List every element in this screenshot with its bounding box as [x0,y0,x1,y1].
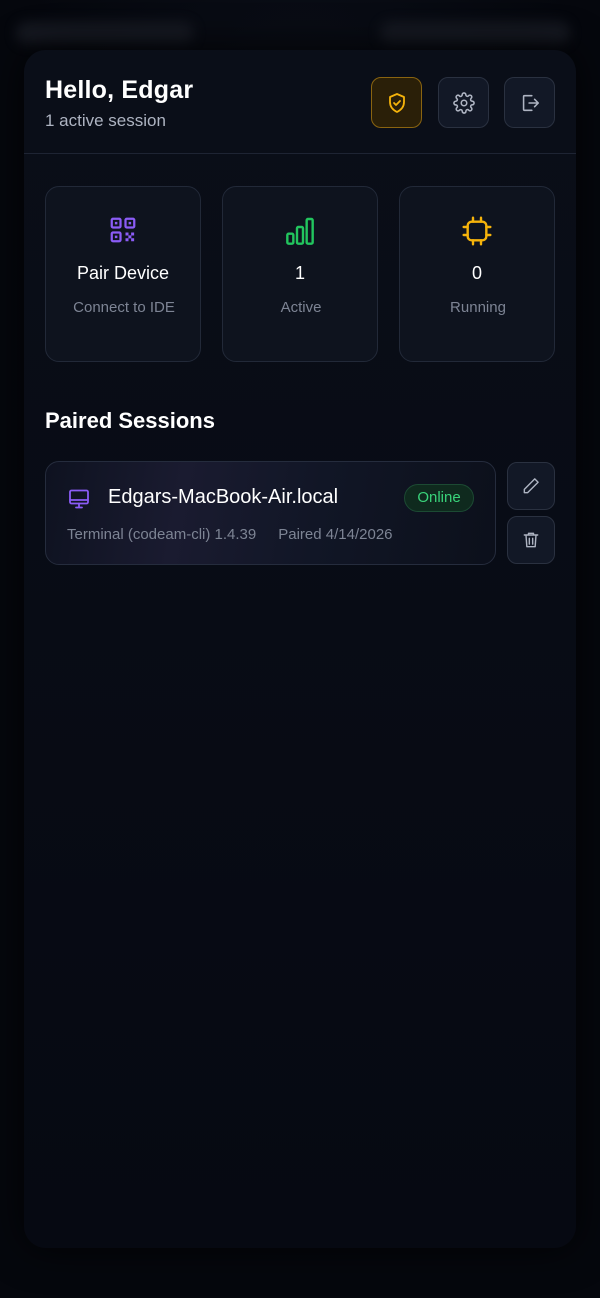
monitor-icon [69,489,89,509]
gear-icon [452,91,475,114]
shield-check-icon [388,92,405,113]
qr-code-icon [110,217,136,243]
pair-device-title: Pair Device [76,263,170,283]
header: Hello, Edgar 1 active session [24,50,576,154]
paired-sessions-heading: Paired Sessions [45,408,215,433]
pair-device-subtitle: Connect to IDE [73,299,175,316]
session-meta: Terminal (codeam-cli) 1.4.39 Paired 4/14/… [67,526,393,543]
session-device-name: Edgars-MacBook-Air.local [108,486,339,508]
edit-session-button[interactable] [507,462,555,510]
logout-button[interactable] [504,77,555,128]
active-stat-card: 1 Active [222,186,378,362]
pair-device-card[interactable]: Pair Device Connect to IDE [45,186,201,362]
blurred-status-left [16,22,194,44]
session-paired-date: Paired 4/14/2026 [278,526,393,543]
pencil-icon [523,478,539,494]
dashboard-panel: Hello, Edgar 1 active session Pair Devic… [24,50,576,1248]
delete-session-button[interactable] [507,516,555,564]
blurred-status-right [380,22,570,44]
cpu-chip-icon [462,216,492,246]
trash-icon [523,532,539,548]
active-label: Active [280,299,322,316]
session-client: Terminal (codeam-cli) 1.4.39 [67,526,257,543]
running-stat-card: 0 Running [399,186,555,362]
settings-button[interactable] [438,77,489,128]
session-card[interactable]: Edgars-MacBook-Air.local Online Terminal… [45,461,496,565]
active-count: 1 [294,263,305,283]
logout-icon [522,94,539,111]
signal-bars-icon [286,217,314,245]
running-count: 0 [471,263,482,283]
active-session-count: 1 active session [45,111,166,130]
running-label: Running [450,299,506,316]
greeting-title: Hello, Edgar [45,76,194,104]
security-button[interactable] [371,77,422,128]
status-badge: Online [404,484,474,512]
